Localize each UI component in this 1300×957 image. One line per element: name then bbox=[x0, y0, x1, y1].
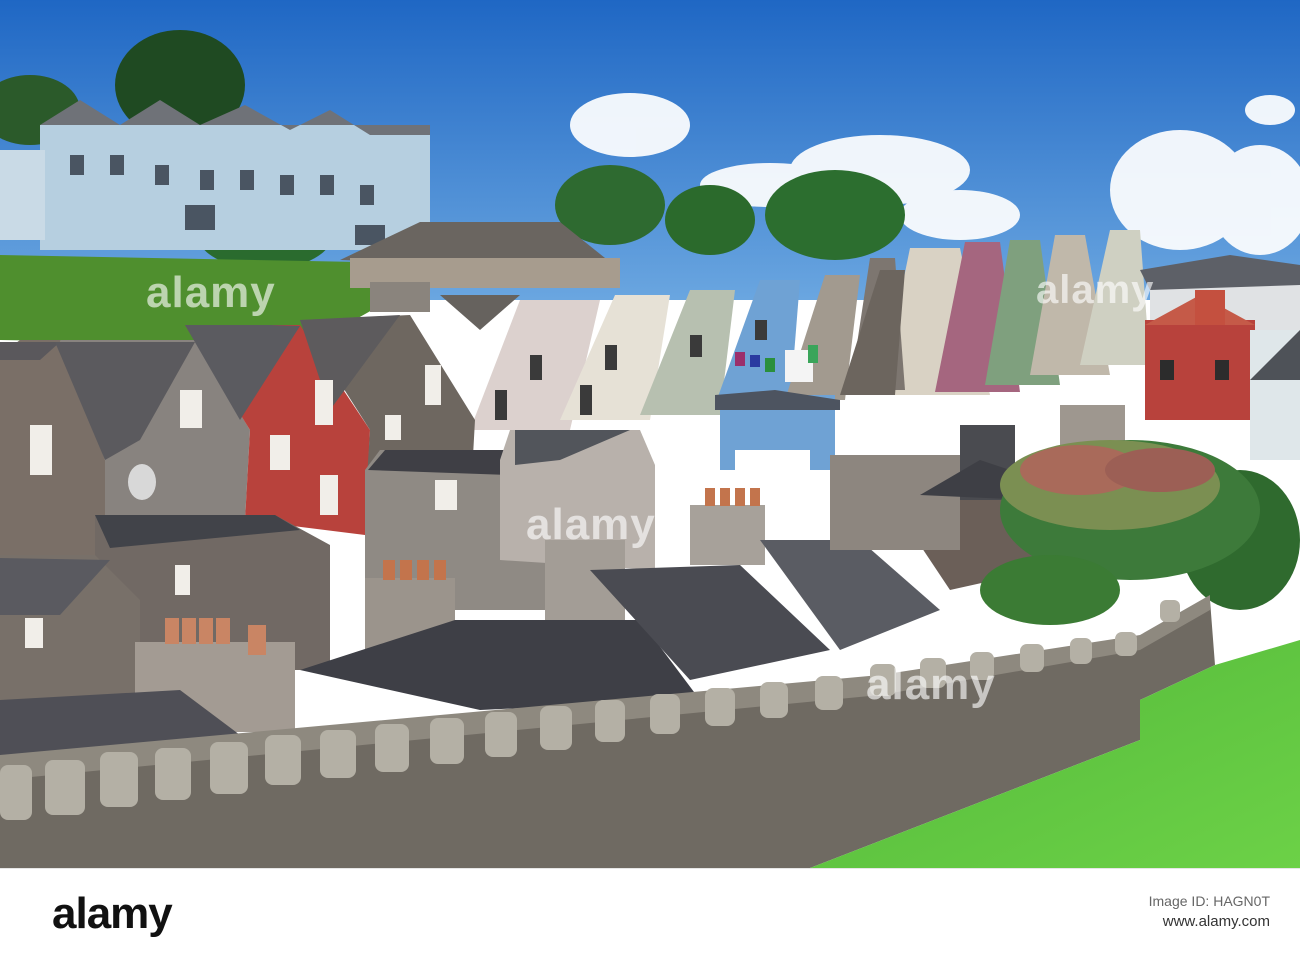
site-url: www.alamy.com bbox=[1162, 913, 1270, 930]
watermark-text: alamy bbox=[146, 268, 276, 317]
watermark-text: alamy bbox=[1036, 268, 1155, 312]
image-meta: Image ID: HAGN0T www.alamy.com bbox=[1149, 893, 1270, 930]
watermark-text: alamy bbox=[866, 660, 996, 709]
image-id: Image ID: HAGN0T bbox=[1148, 893, 1270, 909]
stock-footer-bar bbox=[0, 868, 1300, 957]
alamy-logo: alamy bbox=[52, 889, 173, 938]
landscape-scene bbox=[0, 0, 1300, 868]
watermark-text: alamy bbox=[526, 500, 656, 549]
photo: alamy alamy alamy alamy bbox=[0, 0, 1300, 868]
